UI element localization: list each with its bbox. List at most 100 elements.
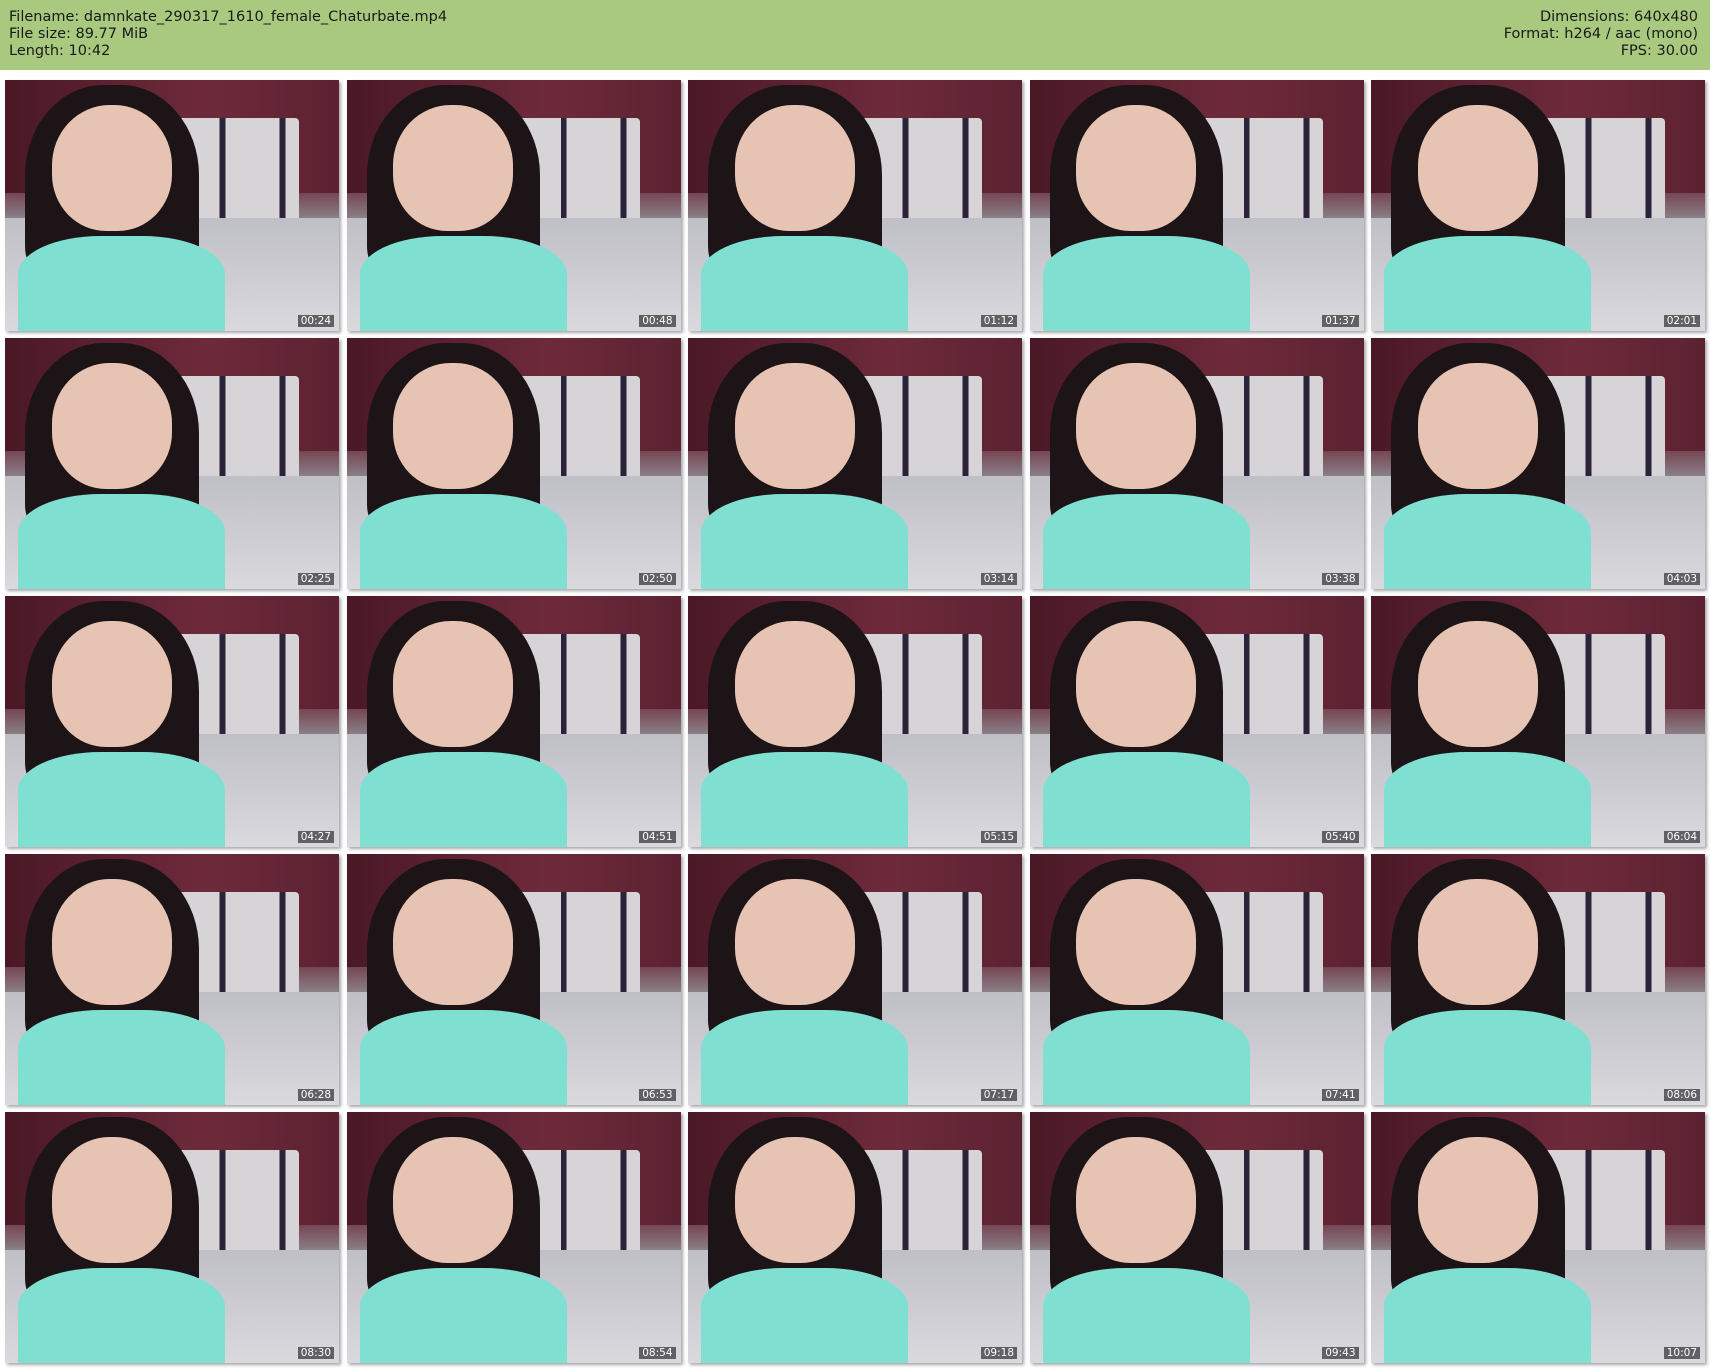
frame-face [1417, 363, 1538, 489]
video-frame-thumbnail: 06:28 [5, 854, 339, 1105]
timestamp-label: 03:14 [980, 573, 1017, 585]
frame-shirt [18, 1267, 226, 1363]
frame-face [1076, 879, 1197, 1005]
frame-face [734, 363, 855, 489]
timestamp-label: 05:15 [980, 831, 1017, 843]
timestamp-label: 10:07 [1663, 1347, 1700, 1359]
frame-face [1417, 1137, 1538, 1263]
video-frame-thumbnail: 08:30 [5, 1112, 339, 1363]
timestamp-label: 00:24 [297, 315, 334, 327]
video-frame-thumbnail: 06:53 [346, 854, 681, 1105]
frame-shirt [1384, 751, 1592, 847]
frame-face [393, 1137, 514, 1263]
filesize-text: File size: 89.77 MiB [9, 26, 149, 42]
timestamp-label: 00:48 [639, 315, 676, 327]
video-frame-thumbnail: 08:54 [346, 1112, 681, 1363]
frame-shirt [1042, 1267, 1250, 1363]
file-info-header: Filename: damnkate_290317_1610_female_Ch… [0, 0, 1710, 70]
frame-face [734, 621, 855, 747]
frame-shirt [701, 751, 909, 847]
timestamp-label: 06:28 [297, 1089, 334, 1101]
video-frame-thumbnail: 03:38 [1029, 338, 1364, 589]
frame-face [734, 105, 855, 231]
thumbnail-grid: 00:24 00:48 01:12 01:37 02:01 02:25 02:50 03:14… [5, 80, 1705, 1363]
timestamp-label: 01:12 [980, 315, 1017, 327]
video-frame-thumbnail: 02:25 [5, 338, 339, 589]
timestamp-label: 08:54 [639, 1347, 676, 1359]
frame-face [393, 363, 514, 489]
frame-face [1417, 105, 1538, 231]
video-frame-thumbnail: 09:43 [1029, 1112, 1364, 1363]
frame-shirt [359, 235, 567, 331]
timestamp-label: 04:03 [1663, 573, 1700, 585]
video-frame-thumbnail: 03:14 [688, 338, 1022, 589]
frame-face [51, 621, 172, 747]
video-frame-thumbnail: 05:40 [1029, 596, 1364, 847]
timestamp-label: 07:17 [980, 1089, 1017, 1101]
video-frame-thumbnail: 07:17 [688, 854, 1022, 1105]
timestamp-label: 02:25 [297, 573, 334, 585]
timestamp-label: 05:40 [1322, 831, 1359, 843]
frame-face [1076, 105, 1197, 231]
frame-face [51, 1137, 172, 1263]
video-frame-thumbnail: 04:51 [346, 596, 681, 847]
frame-shirt [1042, 235, 1250, 331]
frame-shirt [1042, 493, 1250, 589]
timestamp-label: 06:04 [1663, 831, 1700, 843]
timestamp-label: 02:01 [1663, 315, 1700, 327]
timestamp-label: 04:27 [297, 831, 334, 843]
frame-shirt [359, 1267, 567, 1363]
frame-shirt [18, 1009, 226, 1105]
timestamp-label: 09:18 [980, 1347, 1017, 1359]
video-frame-thumbnail: 04:27 [5, 596, 339, 847]
video-frame-thumbnail: 10:07 [1371, 1112, 1705, 1363]
frame-shirt [701, 1267, 909, 1363]
frame-shirt [1384, 1009, 1592, 1105]
frame-shirt [701, 1009, 909, 1105]
format-text: Format: h264 / aac (mono) [1503, 26, 1698, 42]
timestamp-label: 03:38 [1322, 573, 1359, 585]
video-frame-thumbnail: 05:15 [688, 596, 1022, 847]
video-frame-thumbnail: 07:41 [1029, 854, 1364, 1105]
frame-face [51, 363, 172, 489]
timestamp-label: 06:53 [639, 1089, 676, 1101]
frame-shirt [18, 493, 226, 589]
video-frame-thumbnail: 06:04 [1371, 596, 1705, 847]
frame-shirt [359, 1009, 567, 1105]
frame-face [1076, 1137, 1197, 1263]
frame-shirt [1384, 235, 1592, 331]
frame-shirt [359, 493, 567, 589]
timestamp-label: 02:50 [639, 573, 676, 585]
video-frame-thumbnail: 02:01 [1371, 80, 1705, 331]
frame-face [1417, 621, 1538, 747]
fps-text: FPS: 30.00 [1620, 43, 1698, 59]
frame-face [393, 879, 514, 1005]
frame-face [51, 879, 172, 1005]
frame-face [51, 105, 172, 231]
timestamp-label: 09:43 [1322, 1347, 1359, 1359]
dimensions-text: Dimensions: 640x480 [1539, 9, 1698, 25]
video-frame-thumbnail: 04:03 [1371, 338, 1705, 589]
frame-shirt [359, 751, 567, 847]
header-left: Filename: damnkate_290317_1610_female_Ch… [9, 9, 447, 60]
video-frame-thumbnail: 09:18 [688, 1112, 1022, 1363]
video-frame-thumbnail: 00:48 [346, 80, 681, 331]
frame-face [393, 105, 514, 231]
frame-face [1076, 363, 1197, 489]
timestamp-label: 07:41 [1322, 1089, 1359, 1101]
header-right: Dimensions: 640x480 Format: h264 / aac (… [1504, 9, 1698, 60]
video-frame-thumbnail: 01:12 [688, 80, 1022, 331]
frame-shirt [18, 235, 226, 331]
video-frame-thumbnail: 02:50 [346, 338, 681, 589]
frame-shirt [1042, 751, 1250, 847]
frame-shirt [701, 493, 909, 589]
frame-shirt [18, 751, 226, 847]
timestamp-label: 08:30 [297, 1347, 334, 1359]
frame-shirt [701, 235, 909, 331]
frame-face [1076, 621, 1197, 747]
video-frame-thumbnail: 08:06 [1371, 854, 1705, 1105]
timestamp-label: 08:06 [1663, 1089, 1700, 1101]
video-frame-thumbnail: 01:37 [1029, 80, 1364, 331]
timestamp-label: 04:51 [639, 831, 676, 843]
timestamp-label: 01:37 [1322, 315, 1359, 327]
